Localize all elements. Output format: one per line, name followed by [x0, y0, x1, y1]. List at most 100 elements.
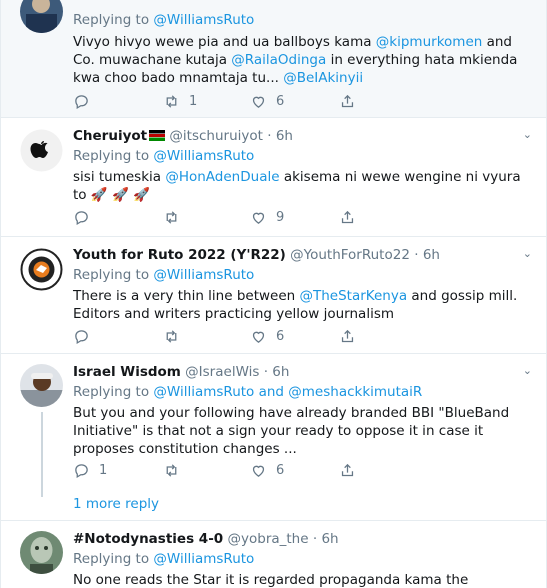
text-segment: But you and your following have already …: [73, 405, 510, 457]
like-count: 9: [276, 209, 285, 225]
share-button[interactable]: [339, 91, 356, 111]
avatar[interactable]: [20, 129, 63, 172]
timestamp[interactable]: 6h: [276, 128, 293, 144]
replying-to-link[interactable]: @WilliamsRuto: [153, 148, 254, 164]
mention-link[interactable]: @TheStarKenya: [300, 288, 408, 304]
share-icon: [341, 463, 354, 476]
replying-to: Replying to @WilliamsRuto and @meshackki…: [73, 382, 532, 402]
kenya-flag-icon: [149, 130, 166, 141]
tweet-header: Israel Wisdom @IsraelWis · 6h: [73, 362, 532, 382]
thread-line: [41, 412, 43, 497]
tweet-actions: 1 6: [73, 460, 373, 480]
replying-to-link[interactable]: @WilliamsRuto and @meshackkimutaiR: [153, 384, 422, 400]
tweet-actions: 1 6: [73, 91, 373, 111]
reply-tweet[interactable]: ⌄ Israel Wisdom @IsraelWis · 6h Replying…: [1, 354, 546, 521]
replying-to-link[interactable]: @WilliamsRuto: [153, 267, 254, 283]
retweet-button[interactable]: [163, 207, 189, 227]
replying-label: Replying to: [73, 148, 150, 164]
retweet-icon: [166, 210, 177, 224]
like-count: 6: [276, 462, 285, 478]
display-name[interactable]: #Notodynasties 4-0: [73, 531, 223, 547]
tweet-actions: 9: [73, 207, 373, 227]
tweet-text: Vivyo hivyo wewe pia and ua ballboys kam…: [73, 33, 532, 87]
mention-link[interactable]: @BeIAkinyii: [283, 70, 363, 86]
mention-link[interactable]: @RailaOdinga: [231, 52, 326, 68]
reply-button[interactable]: [73, 91, 99, 111]
user-handle[interactable]: @YouthForRuto22: [290, 247, 410, 263]
avatar[interactable]: [20, 248, 63, 291]
tweet-header: Cheruiyot @itschuruiyot · 6h: [73, 126, 532, 146]
separator-dot: ·: [263, 364, 268, 380]
reply-tweet[interactable]: #Notodynasties 4-0 @yobra_the · 6h Reply…: [1, 521, 546, 588]
tweet-text: But you and your following have already …: [73, 404, 532, 458]
retweet-button[interactable]: [163, 326, 189, 346]
like-icon: [252, 96, 265, 108]
rocket-emoji-icon: 🚀 🚀 🚀: [90, 187, 150, 203]
retweet-icon: [166, 94, 177, 108]
like-button[interactable]: 6: [250, 91, 284, 111]
show-more-replies-link[interactable]: 1 more reply: [73, 496, 159, 512]
like-icon: [252, 212, 265, 224]
reply-count: 1: [99, 462, 108, 478]
avatar[interactable]: [20, 0, 63, 33]
replying-to: Replying to @WilliamsRuto: [73, 549, 532, 569]
retweet-icon: [166, 329, 177, 343]
replying-label: Replying to: [73, 267, 150, 283]
share-icon: [341, 329, 354, 342]
retweet-icon: [166, 463, 177, 477]
mention-link[interactable]: @kipmurkomen: [376, 34, 483, 50]
text-segment: Vivyo hivyo wewe pia and ua ballboys kam…: [73, 34, 376, 50]
retweet-button[interactable]: 1: [163, 91, 197, 111]
timestamp[interactable]: 6h: [272, 364, 289, 380]
avatar[interactable]: [20, 364, 63, 407]
replying-label: Replying to: [73, 12, 150, 28]
user-handle[interactable]: @yobra_the: [228, 531, 309, 547]
timestamp[interactable]: 6h: [423, 247, 440, 263]
like-count: 6: [276, 328, 285, 344]
like-button[interactable]: 6: [250, 326, 284, 346]
like-icon: [252, 465, 265, 477]
like-button[interactable]: 6: [250, 460, 284, 480]
text-segment: There is a very thin line between: [73, 288, 300, 304]
timestamp[interactable]: 6h: [321, 531, 338, 547]
replying-to: Replying to @WilliamsRuto: [73, 10, 532, 30]
reply-tweet[interactable]: ⌄ Cheruiyot @itschuruiyot · 6h Replying …: [1, 118, 546, 237]
reply-button[interactable]: 1: [73, 460, 107, 480]
retweet-button[interactable]: [163, 460, 189, 480]
share-button[interactable]: [339, 326, 356, 346]
like-icon: [252, 331, 265, 343]
replying-label: Replying to: [73, 384, 150, 400]
display-name[interactable]: Cheruiyot: [73, 128, 147, 144]
tweet-text: There is a very thin line between @TheSt…: [73, 287, 532, 323]
display-name[interactable]: Israel Wisdom: [73, 364, 181, 380]
display-name[interactable]: Youth for Ruto 2022 (Y'R22): [73, 247, 286, 263]
reply-icon: [75, 329, 88, 344]
text-segment: sisi tumeskia: [73, 169, 166, 185]
reply-icon: [75, 210, 88, 225]
replying-to-link[interactable]: @WilliamsRuto: [153, 12, 254, 28]
tweet-text: sisi tumeskia @HonAdenDuale akisema ni w…: [73, 168, 532, 204]
reply-tweet[interactable]: ⌄ Youth for Ruto 2022 (Y'R22) @YouthForR…: [1, 237, 546, 354]
retweet-count: 1: [189, 93, 198, 109]
separator-dot: ·: [312, 531, 318, 547]
user-handle[interactable]: @IsraelWis: [185, 364, 259, 380]
share-button[interactable]: [339, 207, 356, 227]
reply-button[interactable]: [73, 326, 99, 346]
user-handle[interactable]: @itschuruiyot: [169, 128, 263, 144]
separator-dot: ·: [414, 247, 419, 263]
replying-to: Replying to @WilliamsRuto: [73, 146, 532, 166]
like-count: 6: [276, 93, 285, 109]
tweet-header: #Notodynasties 4-0 @yobra_the · 6h: [73, 529, 532, 549]
mention-link[interactable]: @HonAdenDuale: [165, 169, 279, 185]
avatar[interactable]: [20, 531, 63, 574]
reply-tweet[interactable]: Replying to @WilliamsRuto Vivyo hivyo we…: [1, 0, 546, 118]
replying-label: Replying to: [73, 551, 150, 567]
share-icon: [341, 210, 354, 223]
reply-icon: [75, 94, 88, 109]
share-button[interactable]: [339, 460, 356, 480]
like-button[interactable]: 9: [250, 207, 284, 227]
tweet-actions: 6: [73, 326, 373, 346]
reply-button[interactable]: [73, 207, 99, 227]
replying-to-link[interactable]: @WilliamsRuto: [153, 551, 254, 567]
replying-to: Replying to @WilliamsRuto: [73, 265, 532, 285]
